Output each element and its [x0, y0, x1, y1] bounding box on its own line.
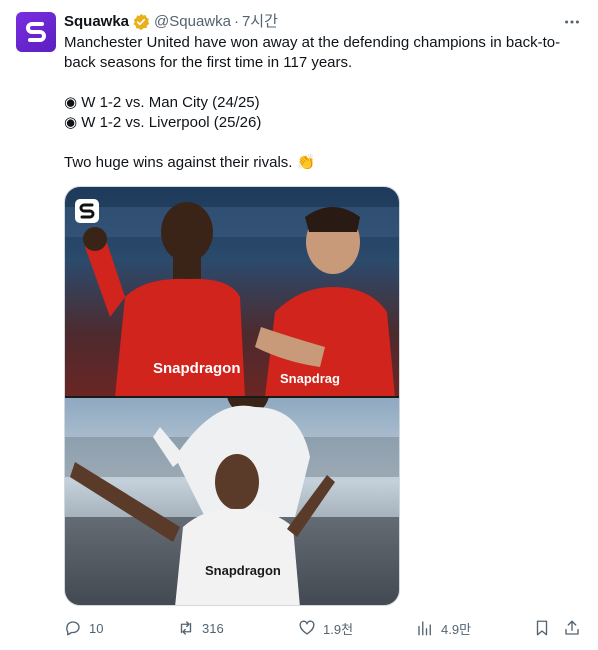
share-icon — [565, 620, 579, 635]
verified-icon — [132, 13, 150, 31]
players-white-kit-illustration: Snapdragon — [65, 363, 399, 605]
more-icon[interactable] — [562, 12, 582, 32]
photo-divider — [65, 396, 399, 398]
reply-count: 10 — [89, 620, 104, 636]
views-button[interactable]: 4.9만 — [416, 618, 471, 638]
tweet-line: back seasons for the first time in 117 y… — [64, 54, 353, 71]
media-photo-top: Snapdragon Snapdrag — [65, 187, 399, 397]
views-count: 4.9만 — [441, 621, 472, 637]
tweet-line: Manchester United have won away at the d… — [64, 34, 561, 51]
avatar[interactable] — [16, 12, 56, 52]
author-handle[interactable]: @Squawka — [154, 12, 231, 32]
tweet-text: Manchester United have won away at the d… — [64, 33, 584, 173]
bookmark-button[interactable] — [533, 618, 558, 638]
players-red-kit-illustration: Snapdragon Snapdrag — [65, 202, 399, 397]
views-icon — [418, 621, 431, 636]
media-photo-bottom: Snapdragon — [65, 363, 399, 605]
tweet-line: ◉ W 1-2 vs. Man City (24/25) — [64, 94, 260, 111]
retweet-icon — [180, 621, 192, 635]
reply-icon — [66, 621, 80, 636]
tweet-line: Two huge wins against their rivals. 👏 — [64, 154, 316, 171]
author-name[interactable]: Squawka — [64, 12, 129, 32]
svg-text:Snapdragon: Snapdragon — [205, 563, 281, 578]
squawka-logo-icon — [26, 22, 46, 42]
like-button[interactable]: 1.9천 — [298, 618, 353, 638]
retweet-button[interactable]: 316 — [177, 618, 224, 638]
tweet-media[interactable]: Snapdragon Snapdrag Snapdragon — [64, 186, 400, 606]
tweet-line — [64, 73, 584, 93]
svg-text:Snapdrag: Snapdrag — [280, 371, 340, 386]
like-icon — [299, 620, 315, 635]
separator-dot: · — [233, 13, 239, 30]
bookmark-icon — [536, 620, 548, 636]
tweet-line — [64, 133, 584, 153]
tweet[interactable]: Squawka @Squawka · 7시간 Manchester United… — [0, 0, 598, 650]
squawka-watermark-icon — [75, 199, 99, 223]
share-button[interactable] — [563, 618, 588, 638]
tweet-line: ◉ W 1-2 vs. Liverpool (25/26) — [64, 114, 262, 131]
tweet-header: Squawka @Squawka · 7시간 — [64, 12, 582, 32]
reply-button[interactable]: 10 — [64, 618, 103, 638]
action-bar: 10 316 1.9천 4.9만 — [64, 618, 584, 638]
timestamp[interactable]: 7시간 — [242, 12, 278, 32]
svg-text:Snapdragon: Snapdragon — [153, 360, 241, 377]
retweet-count: 316 — [202, 620, 224, 636]
like-count: 1.9천 — [323, 621, 354, 637]
